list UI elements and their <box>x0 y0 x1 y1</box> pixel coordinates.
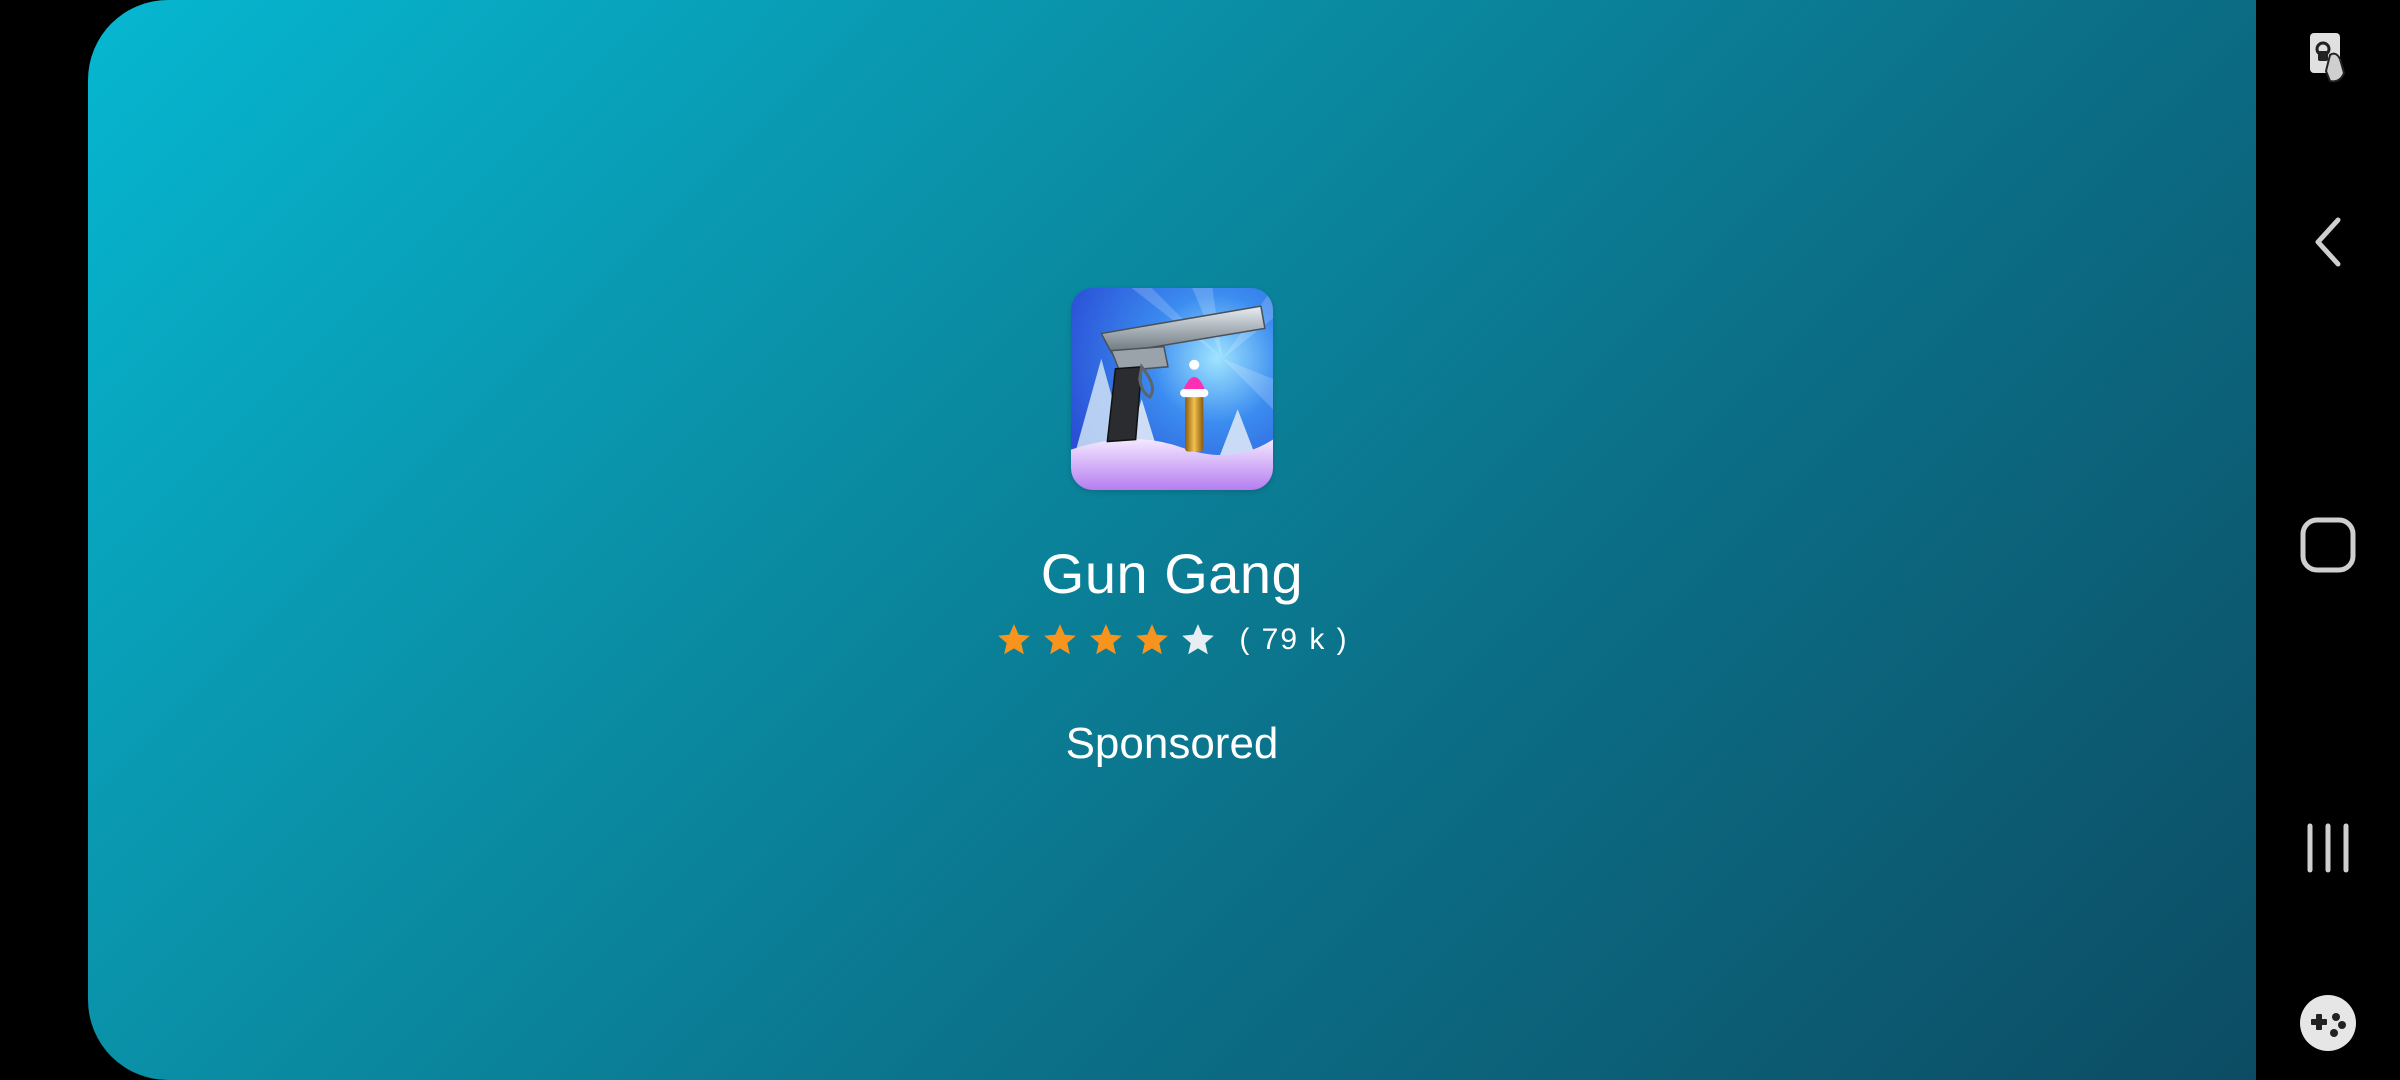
game-tools-icon <box>2298 993 2358 1053</box>
ad-screen[interactable]: Gun Gang ( 79 k ) Sponsored <box>88 0 2256 1080</box>
screen-touch-lock-icon <box>2296 25 2360 89</box>
home-button[interactable] <box>2256 510 2400 580</box>
device-frame: Gun Gang ( 79 k ) Sponsored <box>0 0 2400 1080</box>
rating-row: ( 79 k ) <box>995 618 1348 662</box>
navigation-bar <box>2256 0 2400 1080</box>
home-icon <box>2298 515 2358 575</box>
ad-content: Gun Gang ( 79 k ) Sponsored <box>88 288 2256 770</box>
screen-touch-lock-button[interactable] <box>2256 22 2400 92</box>
star-filled-icon <box>1087 621 1125 659</box>
back-button[interactable] <box>2256 210 2400 274</box>
star-filled-icon <box>1133 621 1171 659</box>
gun-gang-app-icon[interactable] <box>1071 288 1273 490</box>
game-tools-button[interactable] <box>2256 990 2400 1056</box>
star-filled-icon <box>995 621 1033 659</box>
back-icon <box>2308 214 2348 270</box>
star-filled-icon <box>1041 621 1079 659</box>
recents-icon <box>2300 820 2356 876</box>
star-empty-icon <box>1179 621 1217 659</box>
rating-count: ( 79 k ) <box>1239 623 1349 656</box>
app-title[interactable]: Gun Gang <box>1041 542 1303 606</box>
recents-button[interactable] <box>2256 815 2400 881</box>
sponsored-label: Sponsored <box>1065 719 1279 768</box>
